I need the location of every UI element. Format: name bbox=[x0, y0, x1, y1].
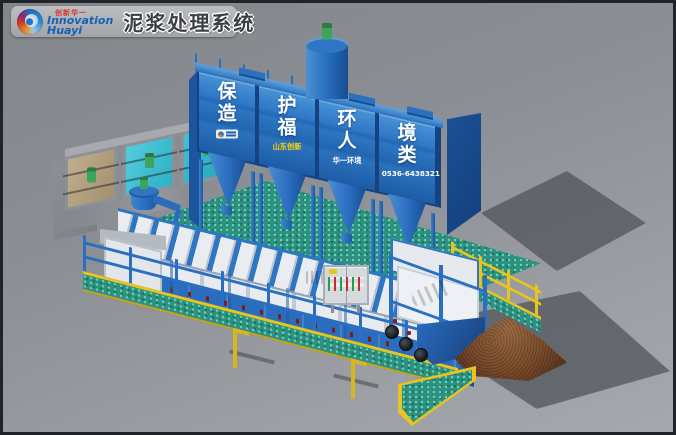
huayi-logo-chip-icon bbox=[216, 129, 238, 138]
pump-motor bbox=[306, 271, 323, 284]
silo-leg bbox=[371, 199, 375, 272]
walkway-support-leg bbox=[233, 328, 237, 369]
silo-cone bbox=[327, 180, 367, 239]
silo-character: 环 bbox=[319, 108, 375, 130]
belt-roller bbox=[414, 348, 428, 362]
silo-company-text: 山东创新 bbox=[262, 142, 312, 152]
silo-panel-2: 护 福 山东创新 bbox=[259, 86, 315, 177]
mixing-tank-motor bbox=[140, 177, 148, 189]
silo-company-text: 华一环境 bbox=[322, 156, 372, 166]
silo-character: 造 bbox=[199, 102, 255, 124]
silo-cone-outlet bbox=[341, 232, 352, 245]
silo-leg bbox=[251, 171, 255, 244]
walkway-support-leg bbox=[351, 358, 355, 399]
logo-plate: 创新华一 Innovation Huayi 泥浆处理系统 bbox=[11, 6, 237, 37]
silo-character: 人 bbox=[319, 130, 375, 152]
belt-roller bbox=[399, 337, 413, 351]
silo-leg bbox=[259, 173, 263, 246]
render-canvas: 保 造 护 福 山东创新 环 人 华一环境 bbox=[0, 0, 676, 435]
silo-leg bbox=[319, 187, 323, 260]
control-cabinet bbox=[323, 265, 369, 305]
brand-text: 创新华一 Innovation Huayi bbox=[47, 8, 113, 36]
cabinet-warning-label bbox=[329, 269, 337, 274]
cabinet-indicator-buttons bbox=[328, 277, 364, 291]
belt-roller bbox=[385, 325, 399, 339]
silo-character: 保 bbox=[199, 80, 255, 102]
silo-character: 类 bbox=[379, 144, 435, 166]
silo-panel-3: 环 人 华一环境 bbox=[319, 100, 375, 191]
red-fitting bbox=[407, 331, 411, 335]
silo-leg bbox=[199, 159, 203, 232]
page-title: 泥浆处理系统 bbox=[123, 7, 255, 36]
silo-character: 福 bbox=[259, 116, 315, 138]
silo-phone-text: 0536-6438321 bbox=[382, 169, 432, 177]
agitator-motor bbox=[87, 167, 96, 182]
cabinet-leg bbox=[357, 305, 360, 313]
cylinder-mixer-motor bbox=[322, 23, 332, 40]
silo-cone-outlet bbox=[281, 218, 292, 231]
cabinet-leg bbox=[331, 305, 334, 313]
cylinder-body bbox=[306, 45, 348, 99]
roof-cylinder-tank bbox=[306, 37, 348, 99]
agitator-motor bbox=[145, 153, 154, 168]
silo-character: 境 bbox=[379, 122, 435, 144]
brand-line-2: Huayi bbox=[47, 26, 113, 36]
silo-cone-outlet bbox=[221, 204, 232, 217]
huayi-swirl-logo-icon bbox=[17, 9, 43, 35]
silo-cone bbox=[207, 152, 247, 211]
silo-leg bbox=[311, 185, 315, 258]
silo-panel-4: 境 类 0536-6438321 bbox=[379, 114, 435, 205]
silo-panel-1: 保 造 bbox=[199, 72, 255, 163]
brand-chinese-text: 创新华一 bbox=[55, 8, 87, 18]
red-fitting bbox=[393, 319, 397, 323]
silo-cone bbox=[267, 166, 307, 225]
silo-bank-right-face bbox=[447, 113, 481, 235]
